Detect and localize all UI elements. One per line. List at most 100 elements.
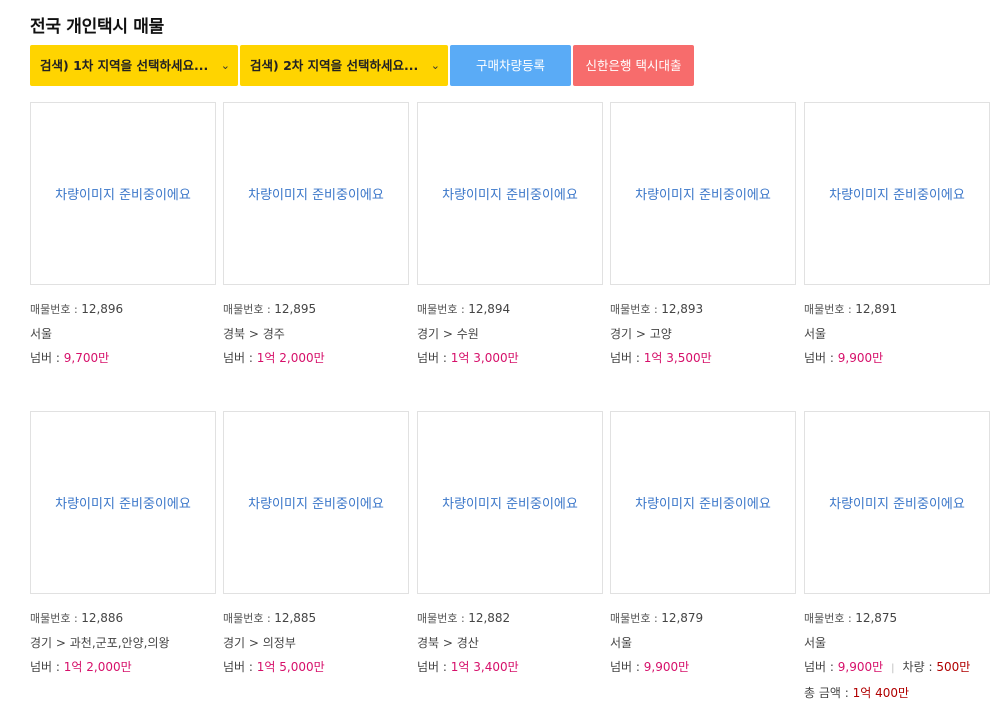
register-vehicle-button[interactable]: 구매차량등록 bbox=[450, 45, 571, 86]
listing-number: 12,875 bbox=[855, 611, 898, 625]
price-label: 넘버 : bbox=[30, 660, 64, 674]
listing-card[interactable]: 차량이미지 준비중이에요 매물번호 : 12,879 서울 넘버 : 9,900… bbox=[610, 411, 796, 679]
listing-location: 경북 > 경주 bbox=[223, 327, 285, 341]
listing-price: 9,700만 bbox=[63, 351, 110, 365]
price-label: 넘버 : bbox=[610, 351, 644, 365]
listing-price-row: 넘버 : 1억 3,400만 bbox=[417, 655, 603, 679]
listing-image-placeholder[interactable]: 차량이미지 준비중이에요 bbox=[417, 411, 603, 594]
listing-number-label: 매물번호 : bbox=[610, 612, 662, 625]
listing-number-label: 매물번호 : bbox=[804, 612, 856, 625]
listing-price: 1억 3,000만 bbox=[450, 351, 519, 365]
listing-image-placeholder[interactable]: 차량이미지 준비중이에요 bbox=[610, 411, 796, 594]
listing-number: 12,896 bbox=[81, 302, 124, 316]
listing-location: 서울 bbox=[30, 327, 53, 341]
listing-number-row: 매물번호 : 12,895 bbox=[223, 297, 409, 322]
listing-price: 1억 3,400만 bbox=[450, 660, 519, 674]
listing-location: 경기 > 의정부 bbox=[223, 636, 296, 650]
listing-image-placeholder[interactable]: 차량이미지 준비중이에요 bbox=[804, 411, 990, 594]
region2-select-label: 검색) 2차 지역을 선택하세요... bbox=[250, 58, 419, 73]
listing-number-label: 매물번호 : bbox=[417, 612, 469, 625]
price-label: 넘버 : bbox=[610, 660, 644, 674]
listing-number-label: 매물번호 : bbox=[223, 303, 275, 316]
taxi-loan-button[interactable]: 신한은행 택시대출 bbox=[573, 45, 694, 86]
total-price-label: 총 금액 : bbox=[804, 686, 853, 700]
price-label: 넘버 : bbox=[804, 660, 838, 674]
listing-number-row: 매물번호 : 12,885 bbox=[223, 606, 409, 631]
listing-card[interactable]: 차량이미지 준비중이에요 매물번호 : 12,885 경기 > 의정부 넘버 :… bbox=[223, 411, 409, 679]
listing-number-row: 매물번호 : 12,896 bbox=[30, 297, 216, 322]
listing-number: 12,885 bbox=[274, 611, 317, 625]
listing-number-row: 매물번호 : 12,894 bbox=[417, 297, 603, 322]
listing-location: 경기 > 고양 bbox=[610, 327, 672, 341]
listing-price: 1억 5,000만 bbox=[256, 660, 325, 674]
listing-number-label: 매물번호 : bbox=[417, 303, 469, 316]
listing-price-row: 넘버 : 9,900만 bbox=[610, 655, 796, 679]
listing-price: 9,900만 bbox=[837, 351, 884, 365]
listing-number: 12,895 bbox=[274, 302, 317, 316]
chevron-down-icon: ⌄ bbox=[220, 59, 230, 72]
price-label: 넘버 : bbox=[804, 351, 838, 365]
listing-price: 9,900만 bbox=[837, 660, 884, 674]
listing-number-row: 매물번호 : 12,875 bbox=[804, 606, 990, 631]
listing-number-label: 매물번호 : bbox=[30, 612, 82, 625]
car-price-label: 차량 : bbox=[902, 660, 937, 674]
listing-number: 12,891 bbox=[855, 302, 898, 316]
listing-price-row: 넘버 : 9,900만 | 차량 : 500만 bbox=[804, 655, 990, 681]
listing-number: 12,893 bbox=[661, 302, 704, 316]
listing-image-placeholder[interactable]: 차량이미지 준비중이에요 bbox=[223, 102, 409, 285]
listing-number-row: 매물번호 : 12,893 bbox=[610, 297, 796, 322]
listing-number-row: 매물번호 : 12,882 bbox=[417, 606, 603, 631]
listing-price: 9,900만 bbox=[643, 660, 690, 674]
price-label: 넘버 : bbox=[30, 351, 64, 365]
listing-location: 서울 bbox=[804, 327, 827, 341]
price-label: 넘버 : bbox=[417, 351, 451, 365]
listing-card[interactable]: 차량이미지 준비중이에요 매물번호 : 12,875 서울 넘버 : 9,900… bbox=[804, 411, 990, 705]
listing-number: 12,886 bbox=[81, 611, 124, 625]
listing-number-label: 매물번호 : bbox=[223, 612, 275, 625]
listing-image-placeholder[interactable]: 차량이미지 준비중이에요 bbox=[804, 102, 990, 285]
listing-card[interactable]: 차량이미지 준비중이에요 매물번호 : 12,882 경북 > 경산 넘버 : … bbox=[417, 411, 603, 679]
listing-card[interactable]: 차량이미지 준비중이에요 매물번호 : 12,895 경북 > 경주 넘버 : … bbox=[223, 102, 409, 370]
listing-location: 경북 > 경산 bbox=[417, 636, 479, 650]
listing-card[interactable]: 차량이미지 준비중이에요 매물번호 : 12,894 경기 > 수원 넘버 : … bbox=[417, 102, 603, 370]
listing-price: 1억 2,000만 bbox=[256, 351, 325, 365]
listing-number-label: 매물번호 : bbox=[804, 303, 856, 316]
listing-number-row: 매물번호 : 12,879 bbox=[610, 606, 796, 631]
listing-number: 12,879 bbox=[661, 611, 704, 625]
region1-select-label: 검색) 1차 지역을 선택하세요... bbox=[40, 58, 209, 73]
listing-price-row: 넘버 : 1억 2,000만 bbox=[30, 655, 216, 679]
listing-number: 12,882 bbox=[468, 611, 511, 625]
listing-number-label: 매물번호 : bbox=[610, 303, 662, 316]
listing-location: 서울 bbox=[610, 636, 633, 650]
listing-location: 경기 > 수원 bbox=[417, 327, 479, 341]
listing-number: 12,894 bbox=[468, 302, 511, 316]
listing-card[interactable]: 차량이미지 준비중이에요 매물번호 : 12,896 서울 넘버 : 9,700… bbox=[30, 102, 216, 370]
page-title: 전국 개인택시 매물 bbox=[30, 17, 164, 37]
listing-number-row: 매물번호 : 12,891 bbox=[804, 297, 990, 322]
listing-price: 1억 3,500만 bbox=[643, 351, 712, 365]
price-separator: | bbox=[891, 663, 895, 674]
chevron-down-icon: ⌄ bbox=[430, 59, 440, 72]
price-label: 넘버 : bbox=[223, 351, 257, 365]
listing-card[interactable]: 차량이미지 준비중이에요 매물번호 : 12,891 서울 넘버 : 9,900… bbox=[804, 102, 990, 370]
car-price: 500만 bbox=[936, 660, 971, 674]
listing-total-row: 총 금액 : 1억 400만 bbox=[804, 681, 990, 705]
listing-image-placeholder[interactable]: 차량이미지 준비중이에요 bbox=[30, 102, 216, 285]
listing-price-row: 넘버 : 1억 5,000만 bbox=[223, 655, 409, 679]
listing-location: 서울 bbox=[804, 636, 827, 650]
listing-price-row: 넘버 : 1억 3,500만 bbox=[610, 346, 796, 370]
listing-card[interactable]: 차량이미지 준비중이에요 매물번호 : 12,893 경기 > 고양 넘버 : … bbox=[610, 102, 796, 370]
listing-image-placeholder[interactable]: 차량이미지 준비중이에요 bbox=[223, 411, 409, 594]
region1-select[interactable]: 검색) 1차 지역을 선택하세요... ⌄ bbox=[30, 45, 238, 86]
listing-image-placeholder[interactable]: 차량이미지 준비중이에요 bbox=[610, 102, 796, 285]
listing-price-row: 넘버 : 9,900만 bbox=[804, 346, 990, 370]
listing-image-placeholder[interactable]: 차량이미지 준비중이에요 bbox=[417, 102, 603, 285]
region2-select[interactable]: 검색) 2차 지역을 선택하세요... ⌄ bbox=[240, 45, 448, 86]
price-label: 넘버 : bbox=[223, 660, 257, 674]
listing-card[interactable]: 차량이미지 준비중이에요 매물번호 : 12,886 경기 > 과천,군포,안양… bbox=[30, 411, 216, 679]
listing-price-row: 넘버 : 1억 2,000만 bbox=[223, 346, 409, 370]
listing-image-placeholder[interactable]: 차량이미지 준비중이에요 bbox=[30, 411, 216, 594]
listing-price: 1억 2,000만 bbox=[63, 660, 132, 674]
price-label: 넘버 : bbox=[417, 660, 451, 674]
listing-price-row: 넘버 : 9,700만 bbox=[30, 346, 216, 370]
